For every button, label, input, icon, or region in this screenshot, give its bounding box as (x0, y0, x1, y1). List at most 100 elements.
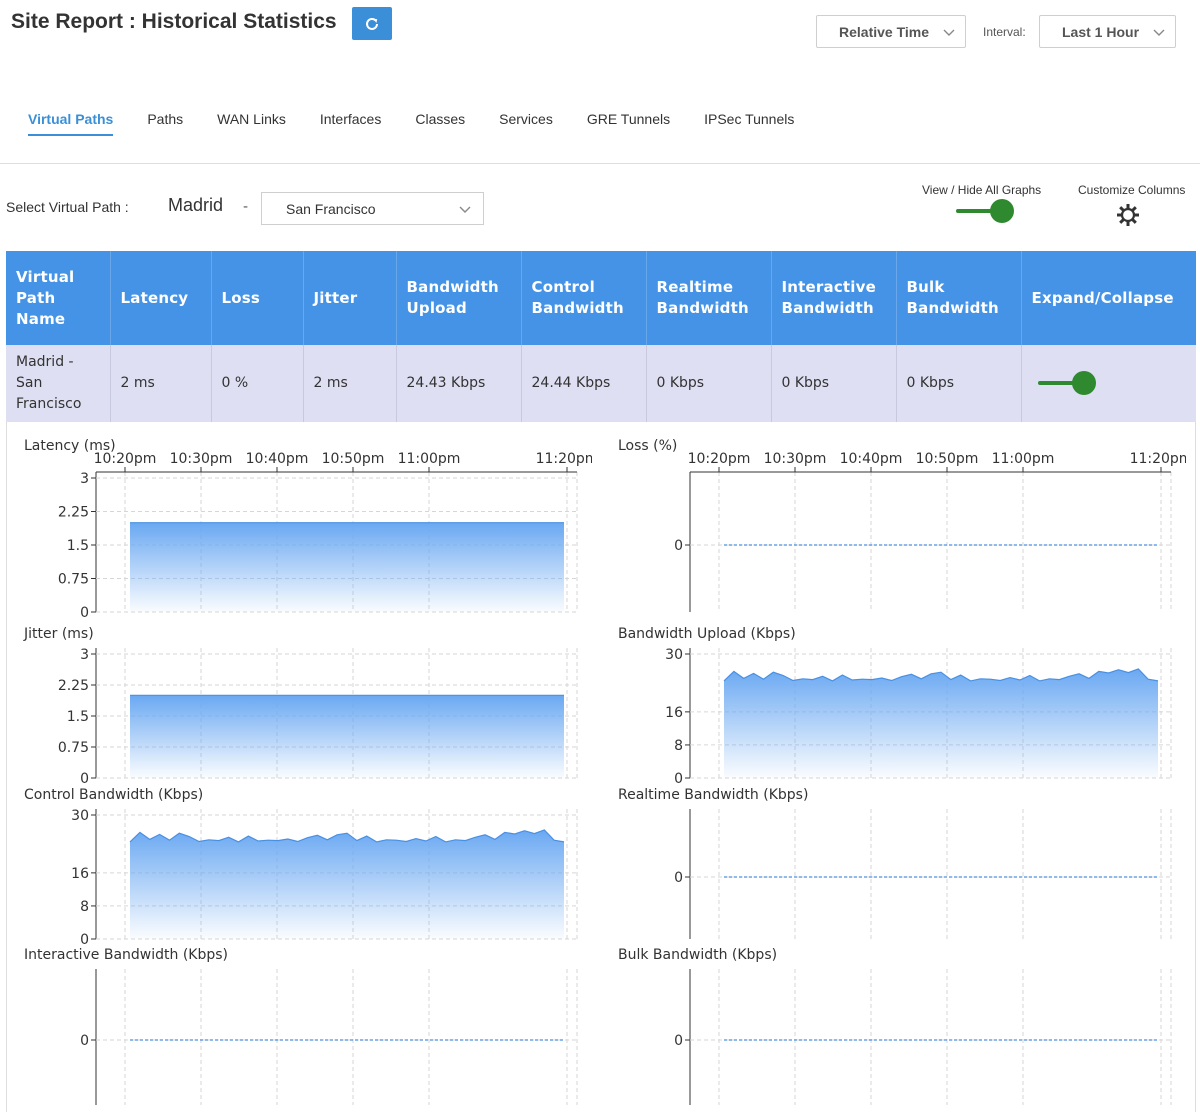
column-header[interactable]: Latency (110, 251, 212, 345)
series-area (130, 695, 564, 778)
y-tick-label: 2.25 (58, 505, 89, 521)
chart-svg: 30 16 8 0 (665, 647, 1172, 784)
tab-virtual-paths[interactable]: Virtual Paths (28, 111, 114, 136)
customize-columns-label: Customize Columns (1078, 183, 1186, 197)
column-header[interactable]: Control Bandwidth (521, 251, 647, 345)
y-tick-label: 0 (80, 1033, 89, 1049)
y-tick-label: 3 (80, 647, 89, 663)
column-header[interactable]: Bandwidth Upload (396, 251, 522, 345)
column-header[interactable]: Virtual Path Name (6, 251, 111, 345)
table-row[interactable]: Madrid - San Francisco 2 ms 0 % 2 ms 24.… (6, 345, 1196, 422)
column-header[interactable]: Realtime Bandwidth (646, 251, 772, 345)
x-tick-label: 10:40pm (840, 451, 903, 467)
y-tick-label: 16 (71, 866, 89, 882)
page-title: Site Report : Historical Statistics (11, 10, 337, 33)
report-tabs: Virtual Paths Paths WAN Links Interfaces Cla… (28, 111, 828, 136)
cell-bulk-bandwidth: 0 Kbps (896, 345, 1022, 422)
column-header[interactable]: Jitter (303, 251, 397, 345)
tab-ipsec-tunnels[interactable]: IPSec Tunnels (704, 111, 794, 136)
virtual-path-origin: Madrid (168, 195, 224, 215)
y-tick-label: 8 (674, 738, 683, 754)
tab-divider (0, 163, 1200, 164)
select-virtual-path-label: Select Virtual Path : (6, 199, 129, 215)
x-tick-label: 11:00pm (992, 451, 1055, 467)
column-header[interactable]: Loss (211, 251, 304, 345)
view-hide-graphs-toggle[interactable] (956, 199, 1014, 223)
x-tick-label: 10:30pm (170, 451, 233, 467)
chart-svg: 3 2.25 1.5 0.75 0 10:20pm 10:30pm 10:40pm 10:50p… (58, 451, 592, 618)
cell-interactive-bandwidth: 0 Kbps (771, 345, 897, 422)
y-tick-label: 8 (80, 899, 89, 915)
cell-realtime-bandwidth: 0 Kbps (646, 345, 772, 422)
series-area (130, 829, 564, 939)
y-tick-label: 16 (665, 705, 683, 721)
chevron-down-icon (459, 206, 471, 213)
charts-panel: Latency (ms) 3 2.25 1.5 0.75 0 10:20pm 10:30pm 1… (6, 422, 1196, 1112)
refresh-button[interactable] (352, 7, 392, 40)
tab-interfaces[interactable]: Interfaces (320, 111, 381, 136)
x-tick-label: 10:50pm (322, 451, 385, 467)
time-mode-value: Relative Time (839, 23, 930, 40)
time-mode-dropdown[interactable]: Relative Time (816, 15, 966, 48)
tab-services[interactable]: Services (499, 111, 553, 136)
y-tick-label: 1.5 (67, 709, 89, 725)
y-tick-label: 0 (80, 605, 89, 618)
y-tick-label: 0 (674, 538, 683, 554)
interval-label: Interval: (983, 25, 1026, 39)
virtual-path-destination-select[interactable]: San Francisco (261, 192, 484, 225)
table-header-row: Virtual Path Name Latency Loss Jitter Ba… (6, 251, 1196, 345)
column-header[interactable]: Expand/Collapse (1021, 251, 1196, 345)
cell-expand-collapse (1021, 345, 1196, 422)
y-tick-label: 0 (80, 932, 89, 945)
column-header[interactable]: Bulk Bandwidth (896, 251, 1022, 345)
interval-dropdown[interactable]: Last 1 Hour (1039, 15, 1176, 48)
y-tick-label: 30 (665, 647, 683, 663)
x-tick-label: 10:20pm (688, 451, 751, 467)
chevron-down-icon (1153, 29, 1165, 36)
chart-svg: 0 10:20pm 10:30pm 10:40pm 10:50pm 11:00pm 11:2… (674, 451, 1186, 612)
view-hide-graphs-label: View / Hide All Graphs (922, 183, 1042, 197)
y-tick-label: 2.25 (58, 678, 89, 694)
column-header[interactable]: Interactive Bandwidth (771, 251, 897, 345)
x-tick-label: 11:20pm (536, 451, 592, 467)
virtual-path-destination-value: San Francisco (286, 200, 376, 217)
y-tick-label: 0 (674, 1033, 683, 1049)
y-tick-label: 0 (80, 771, 89, 784)
cell-path-name: Madrid - San Francisco (6, 345, 111, 422)
y-tick-label: 0.75 (58, 572, 89, 588)
interval-value: Last 1 Hour (1062, 23, 1140, 40)
x-tick-label: 10:40pm (246, 451, 309, 467)
chevron-down-icon (943, 29, 955, 36)
expand-collapse-toggle[interactable] (1037, 371, 1096, 395)
x-tick-label: 10:30pm (764, 451, 827, 467)
cell-jitter: 2 ms (303, 345, 397, 422)
tab-classes[interactable]: Classes (415, 111, 465, 136)
virtual-path-stats-table: Virtual Path Name Latency Loss Jitter Ba… (6, 251, 1196, 422)
refresh-icon (366, 17, 378, 30)
tab-wan-links[interactable]: WAN Links (217, 111, 286, 136)
cell-latency: 2 ms (110, 345, 212, 422)
chart-svg: 30 16 8 0 (71, 808, 578, 945)
chart-svg: 3 2.25 1.5 0.75 0 (58, 647, 578, 784)
toggle-knob (990, 199, 1014, 223)
chart-svg: 0 (674, 809, 1172, 939)
tab-gre-tunnels[interactable]: GRE Tunnels (587, 111, 670, 136)
cell-control-bandwidth: 24.44 Kbps (521, 345, 647, 422)
tab-paths[interactable]: Paths (147, 111, 183, 136)
x-tick-label: 10:20pm (94, 451, 157, 467)
chart-svg: 0 (80, 969, 578, 1105)
toggle-knob (1071, 371, 1096, 395)
y-tick-label: 1.5 (67, 538, 89, 554)
virtual-path-separator: - (243, 199, 249, 215)
y-tick-label: 0 (674, 870, 683, 886)
gear-icon[interactable] (1115, 202, 1141, 228)
y-tick-label: 0.75 (58, 740, 89, 756)
x-tick-label: 10:50pm (916, 451, 979, 467)
chart-svg: 0 (674, 969, 1172, 1105)
y-tick-label: 30 (71, 808, 89, 824)
y-tick-label: 0 (674, 771, 683, 784)
y-tick-label: 3 (80, 471, 89, 487)
cell-loss: 0 % (211, 345, 304, 422)
cell-bandwidth-upload: 24.43 Kbps (396, 345, 522, 422)
x-tick-label: 11:00pm (398, 451, 461, 467)
